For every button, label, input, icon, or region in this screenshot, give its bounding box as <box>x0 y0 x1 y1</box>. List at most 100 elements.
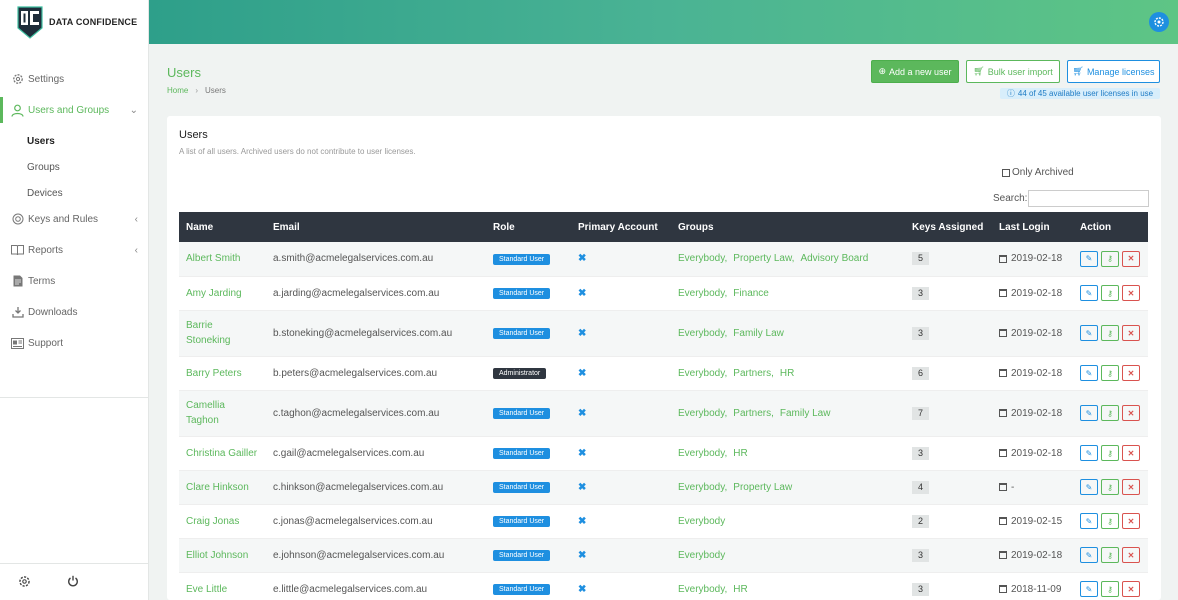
edit-button[interactable]: ✎ <box>1080 325 1098 341</box>
delete-button[interactable]: ✕ <box>1122 250 1140 267</box>
cell-keys: 3 <box>905 538 992 573</box>
edit-button[interactable]: ✎ <box>1080 285 1098 301</box>
group-link[interactable]: Everybody <box>678 328 725 339</box>
column-header-role[interactable]: Role <box>486 212 571 242</box>
delete-button[interactable]: ✕ <box>1122 513 1140 529</box>
key-button[interactable]: ⚷ <box>1101 285 1119 301</box>
column-header-name[interactable]: Name <box>179 212 266 242</box>
group-link[interactable]: Partners <box>733 408 771 419</box>
user-name-link[interactable]: Craig Jonas <box>186 516 239 527</box>
edit-button[interactable]: ✎ <box>1080 547 1098 563</box>
group-link[interactable]: Property Law <box>733 253 791 264</box>
group-link[interactable]: Everybody <box>678 584 725 595</box>
key-icon: ⚷ <box>1107 516 1113 526</box>
group-link[interactable]: Everybody <box>678 448 725 459</box>
column-header-email[interactable]: Email <box>266 212 486 242</box>
sidebar-item-terms[interactable]: Terms <box>0 268 148 294</box>
user-name-link[interactable]: Eve Little <box>186 584 227 595</box>
sidebar-item-settings[interactable]: Settings <box>0 66 148 92</box>
group-link[interactable]: Everybody <box>678 408 725 419</box>
cell-name: Albert Smith <box>179 242 266 277</box>
user-name-link[interactable]: Camellia Taghon <box>186 398 246 428</box>
key-button[interactable]: ⚷ <box>1101 405 1119 421</box>
group-link[interactable]: Family Law <box>780 408 831 419</box>
delete-button[interactable]: ✕ <box>1122 547 1140 563</box>
edit-button[interactable]: ✎ <box>1080 581 1098 597</box>
bulk-import-button[interactable]: 🛒︎ Bulk user import <box>966 60 1060 83</box>
edit-button[interactable]: ✎ <box>1080 405 1098 421</box>
checkbox-box[interactable] <box>1002 168 1010 177</box>
group-link[interactable]: Everybody <box>678 288 725 299</box>
sidebar-item-reports[interactable]: Reports ‹ <box>0 237 148 263</box>
breadcrumb-home-link[interactable]: Home <box>167 86 188 95</box>
sidebar-subitem-users[interactable]: Users <box>0 128 148 154</box>
group-link[interactable]: Everybody <box>678 253 725 264</box>
column-header-groups[interactable]: Groups <box>671 212 905 242</box>
user-name-link[interactable]: Christina Gailler <box>186 448 257 459</box>
group-link[interactable]: HR <box>780 368 794 379</box>
group-link[interactable]: Everybody <box>678 550 725 561</box>
group-link[interactable]: Finance <box>733 288 769 299</box>
key-button[interactable]: ⚷ <box>1101 445 1119 461</box>
edit-button[interactable]: ✎ <box>1080 479 1098 495</box>
delete-button[interactable]: ✕ <box>1122 405 1140 421</box>
delete-button[interactable]: ✕ <box>1122 325 1140 341</box>
column-header-primary-account[interactable]: Primary Account <box>571 212 671 242</box>
group-separator: , <box>771 407 774 419</box>
only-archived-checkbox[interactable]: Only Archived <box>1002 167 1074 178</box>
manage-licenses-button[interactable]: 🛒︎ Manage licenses <box>1067 60 1160 83</box>
sidebar-subitem-devices[interactable]: Devices <box>0 180 148 206</box>
user-name-link[interactable]: Barrie Stoneking <box>186 318 246 348</box>
user-name-link[interactable]: Albert Smith <box>186 253 240 264</box>
key-button[interactable]: ⚷ <box>1101 325 1119 341</box>
group-link[interactable]: Partners <box>733 368 771 379</box>
delete-button[interactable]: ✕ <box>1122 285 1140 301</box>
column-header-keys-assigned[interactable]: Keys Assigned <box>905 212 992 242</box>
key-button[interactable]: ⚷ <box>1101 547 1119 563</box>
delete-button[interactable]: ✕ <box>1122 365 1140 381</box>
group-link[interactable]: Family Law <box>733 328 784 339</box>
delete-button[interactable]: ✕ <box>1122 445 1140 461</box>
group-link[interactable]: Advisory Board <box>800 253 868 264</box>
key-button[interactable]: ⚷ <box>1101 250 1119 267</box>
edit-button[interactable]: ✎ <box>1080 365 1098 381</box>
user-name-link[interactable]: Amy Jarding <box>186 288 242 299</box>
user-name-link[interactable]: Barry Peters <box>186 368 242 379</box>
key-button[interactable]: ⚷ <box>1101 513 1119 529</box>
user-name-link[interactable]: Elliot Johnson <box>186 550 248 561</box>
sidebar-item-support[interactable]: Support <box>0 330 148 356</box>
cell-primary-account: ✖ <box>571 538 671 573</box>
group-link[interactable]: Everybody <box>678 368 725 379</box>
key-button[interactable]: ⚷ <box>1101 479 1119 495</box>
delete-button[interactable]: ✕ <box>1122 479 1140 495</box>
edit-button[interactable]: ✎ <box>1080 445 1098 461</box>
cell-actions: ✎ ⚷ ✕ <box>1073 470 1148 505</box>
pencil-icon: ✎ <box>1085 368 1093 378</box>
add-user-button[interactable]: ⊕ Add a new user <box>871 60 959 83</box>
top-settings-gear-icon[interactable] <box>1149 12 1169 32</box>
close-icon: ✕ <box>1127 408 1135 418</box>
sidebar-item-keys-and-rules[interactable]: Keys and Rules ‹ <box>0 206 148 232</box>
sidebar-item-users-and-groups[interactable]: Users and Groups ⌄ <box>0 97 148 123</box>
group-link[interactable]: Everybody <box>678 516 725 527</box>
cell-groups: Everybody, Property Law, Advisory Board <box>671 242 905 277</box>
group-link[interactable]: Property Law <box>733 482 792 493</box>
group-link[interactable]: HR <box>733 448 747 459</box>
cell-name: Craig Jonas <box>179 504 266 539</box>
brand[interactable]: DATA CONFIDENCE <box>0 0 148 44</box>
key-button[interactable]: ⚷ <box>1101 365 1119 381</box>
group-link[interactable]: Everybody <box>678 482 725 493</box>
edit-button[interactable]: ✎ <box>1080 250 1098 267</box>
last-login-date: 2019-02-18 <box>1011 447 1063 459</box>
delete-button[interactable]: ✕ <box>1122 581 1140 597</box>
sidebar-item-downloads[interactable]: Downloads <box>0 299 148 325</box>
search-input[interactable] <box>1028 190 1150 207</box>
key-button[interactable]: ⚷ <box>1101 581 1119 597</box>
power-icon[interactable] <box>67 575 81 589</box>
column-header-last-login[interactable]: Last Login <box>992 212 1073 242</box>
settings-gear-icon[interactable] <box>18 575 32 589</box>
sidebar-subitem-groups[interactable]: Groups <box>0 154 148 180</box>
edit-button[interactable]: ✎ <box>1080 513 1098 529</box>
group-link[interactable]: HR <box>733 584 747 595</box>
user-name-link[interactable]: Clare Hinkson <box>186 482 249 493</box>
